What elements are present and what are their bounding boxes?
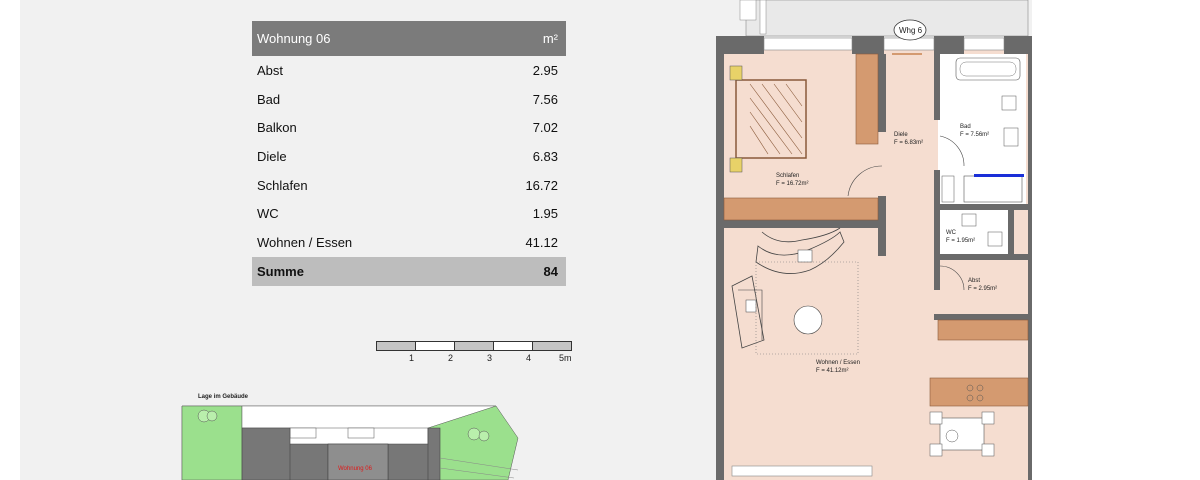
wardrobe	[723, 197, 879, 221]
room-label-wc: WC	[946, 230, 957, 236]
sum-label: Summe	[257, 263, 304, 279]
shower-icon	[963, 175, 1023, 203]
room-area: 7.02	[532, 120, 558, 136]
apartment-highlight	[327, 443, 389, 480]
table-row: Bad 7.56	[252, 85, 566, 114]
scale-label: 5m	[559, 353, 572, 363]
room-area: 1.95	[532, 206, 558, 222]
room-name: WC	[257, 206, 279, 222]
bed-icon	[729, 65, 807, 173]
toilet-icon	[1001, 95, 1017, 111]
room-area-wc: F = 1.95m²	[946, 238, 975, 244]
room-area: 16.72	[525, 177, 558, 193]
scale-segment	[377, 342, 416, 350]
scale-segment	[455, 342, 494, 350]
room-area: 41.12	[525, 234, 558, 250]
area-table-sum-row: Summe 84	[252, 256, 566, 286]
floor-plan: Whg 6 Diele F = 6.83m² Bad F = 7.56m² Sc…	[716, 0, 1032, 480]
location-unit-label: Wohnung 06	[338, 466, 373, 472]
wardrobe	[855, 53, 879, 145]
room-area-schlafen: F = 16.72m²	[776, 181, 809, 187]
location-plan: Wohnung 06	[181, 405, 519, 480]
kitchen-counter	[937, 319, 1029, 341]
room-label-bad: Bad	[960, 124, 971, 130]
table-row: Balkon 7.02	[252, 113, 566, 142]
table-row: Diele 6.83	[252, 142, 566, 171]
room-name: Diele	[257, 148, 287, 164]
table-row: Schlafen 16.72	[252, 171, 566, 200]
table-row: Wohnen / Essen 41.12	[252, 228, 566, 257]
coffee-table-icon	[793, 305, 823, 335]
room-area-abst: F = 2.95m²	[968, 286, 997, 292]
scale-bar-labels: 1 2 3 4 5m	[376, 353, 572, 365]
scale-label: 3	[487, 353, 493, 363]
room-name: Bad	[257, 91, 281, 107]
room-area: 7.56	[532, 91, 558, 107]
area-table-title: Wohnung 06	[257, 31, 331, 46]
room-name: Schlafen	[257, 177, 308, 193]
scale-segment	[494, 342, 533, 350]
room-label-wohnen: Wohnen / Essen	[816, 360, 860, 366]
bathtub-icon	[955, 57, 1021, 81]
room-name: Abst	[257, 62, 284, 78]
room-name: Balkon	[257, 120, 297, 136]
room-area-bad: F = 7.56m²	[960, 132, 989, 138]
room-area: 6.83	[532, 148, 558, 164]
room-area-wohnen: F = 41.12m²	[816, 368, 849, 374]
svg-text:Whg 6: Whg 6	[899, 26, 923, 35]
unit-tag: Whg 6	[893, 19, 927, 41]
kitchen-island	[929, 377, 1029, 407]
scale-bar	[376, 341, 572, 351]
area-table: Wohnung 06 m² Abst 2.95 Bad 7.56 Balkon …	[252, 21, 566, 286]
tree-icon	[467, 427, 481, 441]
room-name: Wohnen / Essen	[257, 234, 353, 250]
scale-segment	[416, 342, 455, 350]
room-area: 2.95	[532, 62, 558, 78]
room-area-diele: F = 6.83m²	[894, 140, 923, 146]
toilet-icon	[987, 231, 1003, 247]
area-table-header: Wohnung 06 m²	[252, 21, 566, 56]
scale-label: 4	[526, 353, 532, 363]
scale-label: 2	[448, 353, 454, 363]
scale-segment	[533, 342, 571, 350]
table-row: WC 1.95	[252, 199, 566, 228]
table-row: Abst 2.95	[252, 56, 566, 85]
scale-label: 1	[409, 353, 415, 363]
room-label-abst: Abst	[968, 278, 980, 284]
room-label-diele: Diele	[894, 132, 908, 138]
sink-icon	[1003, 127, 1019, 147]
sum-value: 84	[543, 263, 558, 279]
room-label-schlafen: Schlafen	[776, 173, 799, 179]
area-table-unit: m²	[542, 31, 558, 46]
sink-icon	[961, 213, 977, 227]
shower-glass-marker	[974, 174, 1024, 177]
